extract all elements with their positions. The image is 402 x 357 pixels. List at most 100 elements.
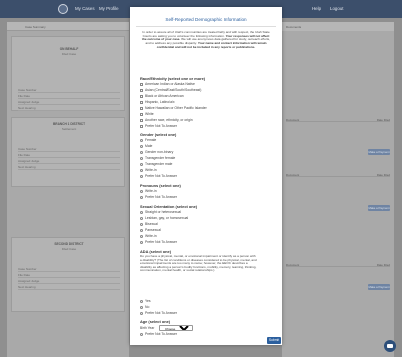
submit-button[interactable]: Submit <box>267 337 281 344</box>
radio-button[interactable] <box>140 168 144 172</box>
option-label: Write-in <box>145 234 157 239</box>
row-key: Case Number <box>18 88 37 93</box>
modal-title: Self-Reported Demographic Information <box>165 17 247 22</box>
option-label: Transgender female <box>145 156 176 161</box>
radio-button[interactable] <box>140 144 144 148</box>
col-header-document: Document <box>286 118 300 122</box>
option-label: Straight or heterosexual <box>145 210 181 215</box>
option-label: Hispanic, Latino/a/x <box>145 100 175 105</box>
option-label: Male <box>145 144 153 149</box>
radio-button[interactable] <box>140 299 144 303</box>
radio-button[interactable] <box>140 216 144 220</box>
make-payment-button[interactable]: Make a Payment <box>368 205 390 211</box>
option-label: Prefer Not To Answer <box>145 332 177 337</box>
birth-year-label: Birth Year <box>140 326 155 330</box>
checkbox[interactable] <box>140 82 144 86</box>
option-label: Write-in <box>145 189 157 194</box>
option-label: Write-in <box>145 168 157 173</box>
checkbox[interactable] <box>140 112 144 116</box>
option-label: Prefer Not To Answer <box>145 124 177 129</box>
col-header-document: Document <box>286 263 300 267</box>
col-header-date: Date Filed <box>376 118 390 122</box>
case-card-subtitle: Settlement <box>61 127 77 131</box>
checkbox[interactable] <box>140 88 144 92</box>
demographic-modal: Self-Reported Demographic Information In… <box>130 7 282 345</box>
pronouns-heading: Pronouns (select one) <box>140 183 181 188</box>
checkbox[interactable] <box>140 106 144 110</box>
make-payment-button[interactable]: Make a Payment <box>368 149 390 155</box>
documents-table-header: Document Date Filed <box>286 172 390 177</box>
row-key: Assigned Judge <box>18 279 40 284</box>
table-row <box>286 123 390 128</box>
make-payment-button[interactable]: Make a Payment <box>368 284 390 290</box>
radio-button[interactable] <box>140 332 144 336</box>
option-label: Gender non-binary <box>145 150 174 155</box>
option-label: Transgender male <box>145 162 173 167</box>
option-label: Pansexual <box>145 228 161 233</box>
option-label: American Indian or Alaska Native <box>145 82 195 87</box>
row-key: Assigned Judge <box>18 100 40 105</box>
birth-year-select[interactable]: Choose Birth Year <box>159 325 193 331</box>
option-label: Black or African American <box>145 94 184 99</box>
option-label: Bisexual <box>145 222 158 227</box>
checkbox[interactable] <box>140 118 144 122</box>
radio-button[interactable] <box>140 240 144 244</box>
row-key: File Date <box>18 153 31 158</box>
radio-button[interactable] <box>140 305 144 309</box>
option-label: Prefer Not To Answer <box>145 174 177 179</box>
row-key: Assigned Judge <box>18 159 40 164</box>
radio-button[interactable] <box>140 156 144 160</box>
case-card-title: SECOND DISTRICT <box>54 242 84 246</box>
case-card: SECOND DISTRICT Filed Case Case Number F… <box>11 237 125 312</box>
option-label: Prefer Not To Answer <box>145 195 177 200</box>
gender-heading: Gender (select one) <box>140 132 177 137</box>
radio-button[interactable] <box>140 210 144 214</box>
nav-help[interactable]: Help <box>312 6 321 11</box>
nav-my-cases[interactable]: My Cases <box>75 6 95 11</box>
radio-button[interactable] <box>140 162 144 166</box>
row-key: Next Hearing <box>18 106 36 111</box>
radio-button[interactable] <box>140 174 144 178</box>
radio-button[interactable] <box>140 311 144 315</box>
col-header-date: Date Filed <box>376 173 390 177</box>
radio-button[interactable] <box>140 195 144 199</box>
row-key: Case Number <box>18 147 37 152</box>
row-key: Next Hearing <box>18 285 36 290</box>
race-heading: Race/Ethnicity (select one or more) <box>140 76 206 81</box>
case-card: BRANCH 1 DISTRICT Settlement Case Number… <box>11 117 125 187</box>
case-card-row: Next Hearing <box>18 164 120 170</box>
case-list-header-text: Case Summary <box>25 24 46 29</box>
option-label: Prefer Not To Answer <box>145 240 177 245</box>
option-label: Female <box>145 138 157 143</box>
row-key: Case Number <box>18 267 37 272</box>
radio-button[interactable] <box>140 228 144 232</box>
case-card: ON BEHALF Filed Case Case Number File Da… <box>11 36 125 111</box>
checkbox[interactable] <box>140 94 144 98</box>
radio-button[interactable] <box>140 138 144 142</box>
radio-button[interactable] <box>140 189 144 193</box>
utah-courts-logo-icon[interactable] <box>58 4 68 14</box>
checkbox[interactable] <box>140 124 144 128</box>
radio-button[interactable] <box>140 150 144 154</box>
checkbox[interactable] <box>140 100 144 104</box>
chat-icon[interactable] <box>384 340 396 352</box>
col-header-document: Document <box>286 173 300 177</box>
background-case-list: Case Summary ON BEHALF Filed Case Case N… <box>7 22 129 357</box>
case-card-title: ON BEHALF <box>59 47 79 51</box>
option-label: Lesbian, gay, or homosexual <box>145 216 189 221</box>
case-card-subtitle: Filed Case <box>61 247 77 251</box>
ada-description: Do you have a physical, mental, or emoti… <box>140 254 257 273</box>
case-card-row: Next Hearing <box>18 284 120 290</box>
radio-button[interactable] <box>140 222 144 226</box>
nav-logout[interactable]: Logout <box>330 6 343 11</box>
radio-button[interactable] <box>140 234 144 238</box>
row-key: File Date <box>18 273 31 278</box>
documents-table-header: Document Date Filed <box>286 262 390 267</box>
background-documents: Documents Document Date Filed Make a Pay… <box>282 22 394 357</box>
documents-table-header: Document Date Filed <box>286 117 390 122</box>
nav-my-profile[interactable]: My Profile <box>99 6 119 11</box>
case-card-row: Next Hearing <box>18 105 120 111</box>
age-heading: Age (select one) <box>140 319 171 324</box>
documents-header: Documents <box>282 22 394 31</box>
option-label: Yes <box>145 299 151 304</box>
